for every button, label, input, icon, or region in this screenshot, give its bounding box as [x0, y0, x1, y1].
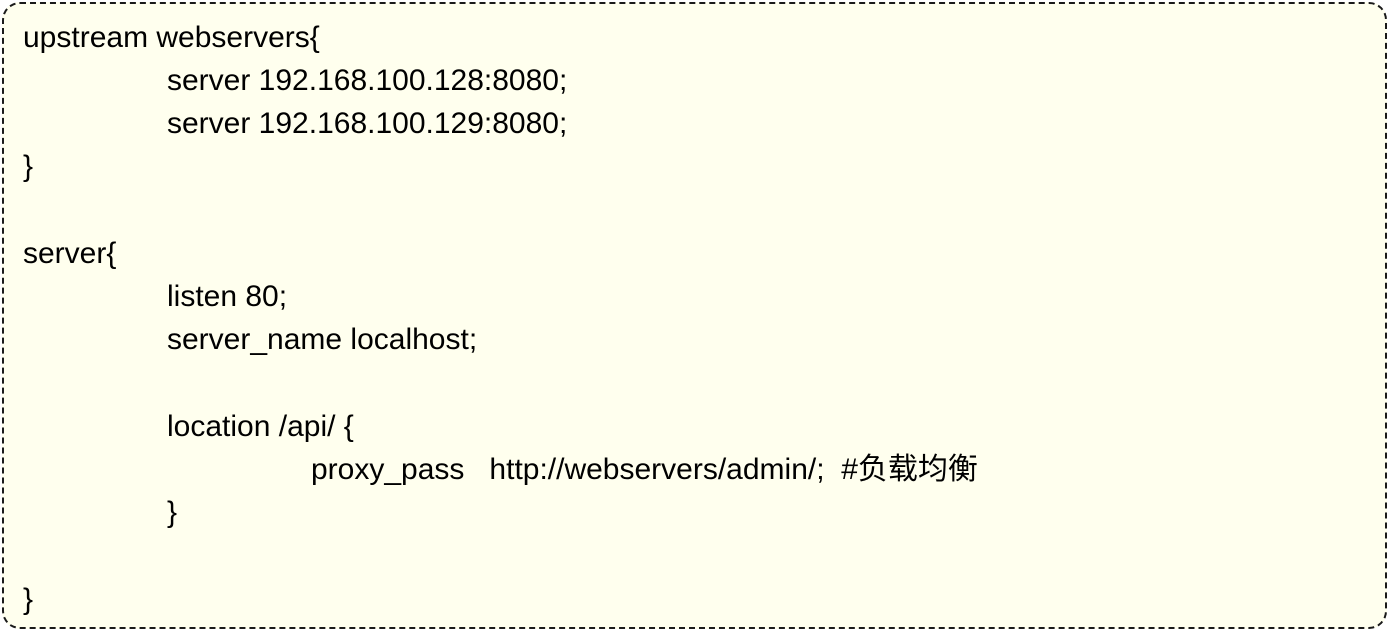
code-line-server-name: server_name localhost; [167, 323, 478, 356]
code-line-server-block-open: server{ [23, 237, 117, 270]
code-line-upstream-open: upstream webservers{ [23, 21, 320, 54]
code-line-upstream-close: } [23, 150, 34, 183]
code-line-location-open: location /api/ { [167, 410, 354, 443]
code-line-proxy-pass: proxy_pass http://webservers/admin/; #负载… [311, 453, 978, 486]
code-line-server-block-close: } [23, 583, 34, 616]
code-line-server-1: server 192.168.100.128:8080; [167, 64, 568, 97]
code-line-server-2: server 192.168.100.129:8080; [167, 107, 568, 140]
code-line-listen: listen 80; [167, 280, 288, 313]
code-snippet-box: upstream webservers{ server 192.168.100.… [2, 2, 1387, 629]
code-line-location-close: } [167, 496, 178, 529]
